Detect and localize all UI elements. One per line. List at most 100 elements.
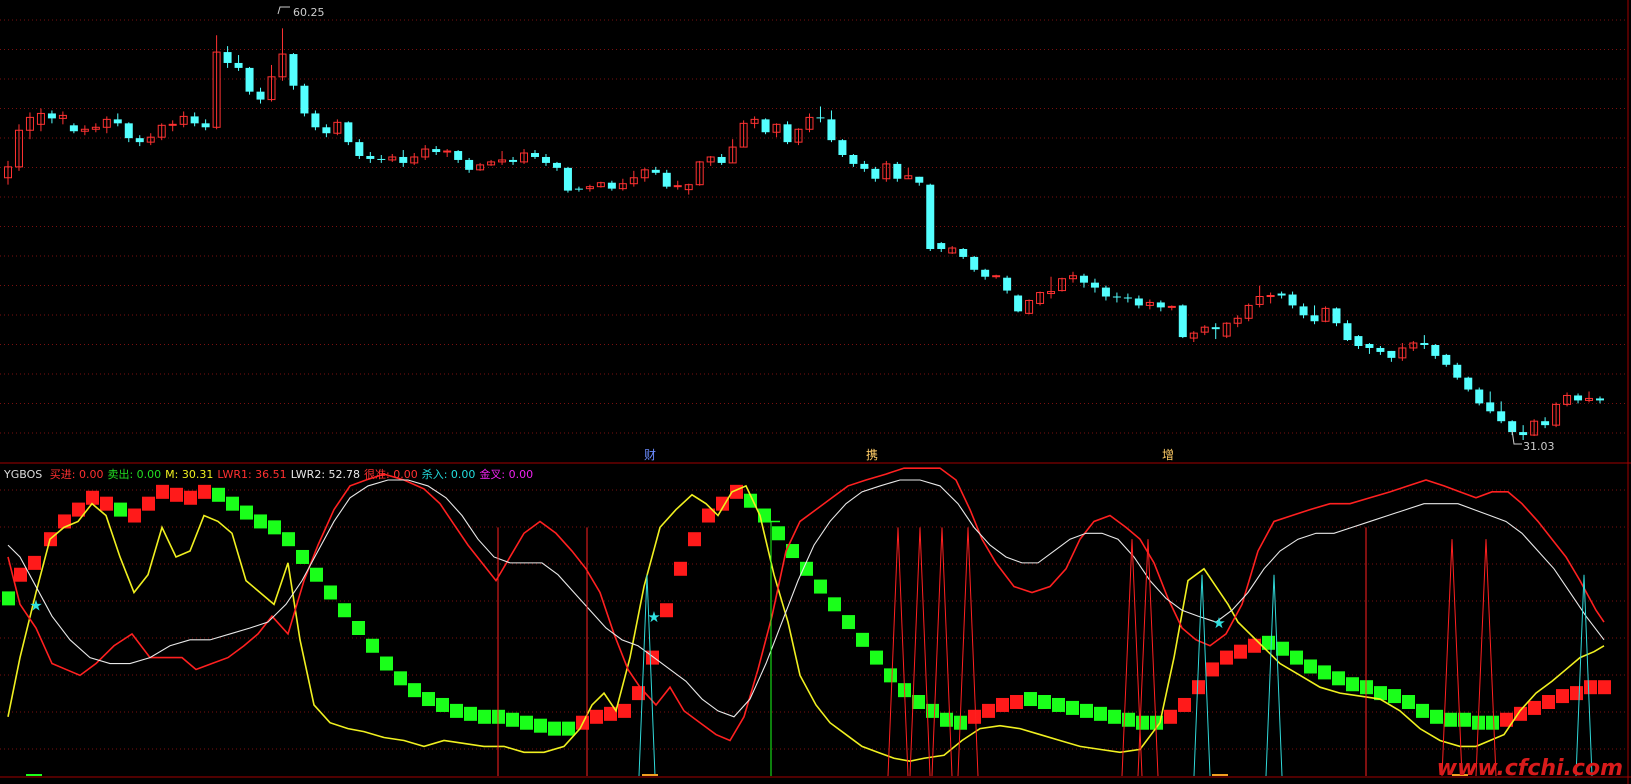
histogram-block [1192,680,1205,695]
signal-triangle [1475,539,1497,777]
histogram-block [842,615,855,630]
histogram-block [1570,686,1583,701]
candle-body [190,116,199,124]
histogram-block [1178,697,1191,712]
histogram-block [282,532,295,547]
histogram-block [800,561,813,576]
candle-body [552,162,561,168]
event-marker-1[interactable]: 携 [866,446,878,463]
candle-body [662,172,671,187]
histogram-block [632,686,645,701]
candle-body [1014,295,1023,312]
histogram-block [940,712,953,727]
histogram-block [912,695,925,709]
candle-body [915,176,924,183]
histogram-block [1080,703,1093,718]
histogram-block [1402,695,1415,709]
histogram-block [1220,650,1233,665]
histogram-block [1010,695,1023,709]
candle-body [1453,364,1462,378]
candle-body [783,124,792,143]
candle-body [1178,305,1187,338]
candle-body [399,156,408,163]
candle-body [1343,323,1352,341]
candle-body [1277,293,1286,296]
legend-item-5: 很准: 0.00 [364,468,418,481]
histogram-block [212,487,225,502]
candle-body [1101,287,1110,297]
histogram-block [1318,665,1331,680]
histogram-block [450,703,463,718]
chart-canvas: ★ ★ ★ [0,0,1631,784]
histogram-block [828,597,841,612]
histogram-block [548,721,561,736]
histogram-block [1388,689,1401,704]
histogram-block [1584,680,1597,695]
candle-body [937,243,946,250]
histogram-block [1304,659,1317,674]
high-price-label: 60.25 [293,6,325,19]
candle-body [1211,327,1220,330]
candle-body [311,113,320,128]
candle-body [1431,344,1440,356]
histogram-block [226,496,239,511]
candle-body [1156,302,1165,308]
histogram-block [170,487,183,502]
histogram-block [674,561,687,576]
candle-body [1464,377,1473,390]
histogram-block [128,508,141,523]
legend-item-1: 卖出: 0.00 [107,468,162,481]
histogram-block [408,683,421,698]
histogram-block [884,668,897,683]
histogram-block [240,505,253,520]
histogram-block [590,709,603,724]
histogram-block [506,712,519,727]
histogram-block [1486,715,1499,730]
histogram-block [254,514,267,529]
histogram-block [534,718,547,733]
candle-body [1497,411,1506,422]
candle-body [827,119,836,141]
candle-body [563,167,572,191]
signal-triangle [1441,539,1463,777]
candle-body [1475,389,1484,404]
candle-body [1387,350,1396,358]
candle-body [245,67,254,92]
histogram-block [324,585,337,600]
candle-body [1365,344,1374,348]
histogram-block [142,496,155,511]
legend-item-3: LWR1: 36.51 [217,468,287,481]
candle-body [1442,354,1451,365]
candle-body [300,85,309,114]
candle-body [1486,402,1495,412]
histogram-block [296,549,309,564]
histogram-block [982,703,995,718]
histogram-block [1416,703,1429,718]
event-marker-0[interactable]: 财 [644,446,656,463]
histogram-block [870,650,883,665]
histogram-block [1430,709,1443,724]
histogram-block [1206,662,1219,677]
histogram-block [1542,695,1555,709]
candle-body [135,138,144,143]
candle-body [1332,308,1341,324]
histogram-block [1024,692,1037,707]
candle-body [289,54,298,86]
candle-body [1134,298,1143,306]
candle-body [168,123,177,126]
candle-body [849,154,858,164]
candle-body [1112,296,1121,298]
indicator-name: YGBOS [4,468,43,481]
candle-body [1574,395,1583,401]
histogram-block [1094,706,1107,721]
candle-body [47,113,56,119]
histogram-block [1052,697,1065,712]
candle-body [1090,282,1099,288]
candle-body [871,168,880,179]
histogram-block [352,621,365,635]
event-marker-2[interactable]: 增 [1162,446,1174,463]
histogram-block [2,591,15,606]
signal-triangle [957,527,979,777]
histogram-block [1164,709,1177,724]
candle-body [223,52,232,63]
